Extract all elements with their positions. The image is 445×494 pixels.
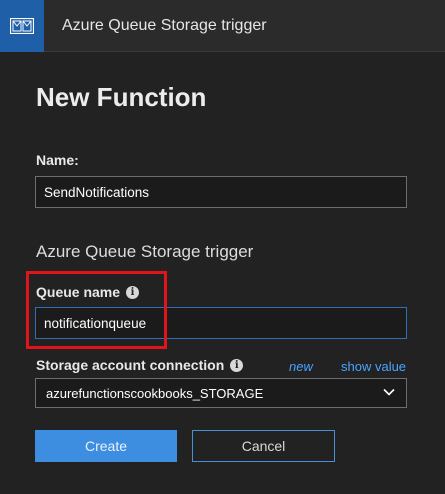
cancel-button[interactable]: Cancel: [192, 430, 335, 462]
info-icon[interactable]: i: [230, 358, 244, 372]
window-title: Azure Queue Storage trigger: [62, 17, 267, 34]
chevron-down-icon: [382, 385, 396, 402]
storage-connection-select[interactable]: azurefunctionscookbooks_STORAGE: [35, 378, 407, 408]
storage-connection-label-row: Storage account connection i: [36, 357, 244, 373]
trigger-section-title: Azure Queue Storage trigger: [36, 242, 254, 261]
function-name-input[interactable]: [35, 176, 407, 208]
new-function-panel: New Function Name: Azure Queue Storage t…: [0, 52, 445, 494]
storage-connection-value: azurefunctionscookbooks_STORAGE: [46, 386, 264, 401]
page-title: New Function: [36, 82, 207, 112]
create-button[interactable]: Create: [35, 430, 177, 462]
show-value-link[interactable]: show value: [341, 359, 406, 374]
storage-connection-label: Storage account connection: [36, 357, 225, 373]
title-bar: Azure Queue Storage trigger: [0, 0, 445, 52]
name-label: Name:: [36, 152, 79, 168]
highlight-box: [26, 271, 167, 349]
queue-envelope-icon: [0, 0, 44, 52]
new-connection-link[interactable]: new: [289, 359, 313, 374]
